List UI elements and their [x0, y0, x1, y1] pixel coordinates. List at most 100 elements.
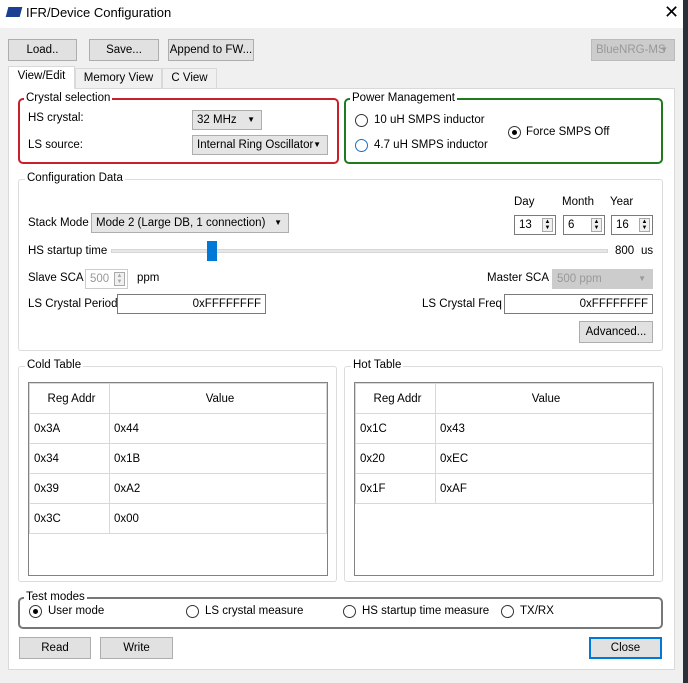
ls-crystal-measure-label: LS crystal measure: [205, 605, 304, 617]
force-smps-off-label: Force SMPS Off: [526, 126, 610, 138]
chevron-down-icon: ▼: [313, 140, 321, 149]
stack-mode-value: Mode 2 (Large DB, 1 connection): [96, 217, 266, 229]
month-value: 6: [568, 219, 575, 231]
device-select[interactable]: BlueNRG-MS ▼: [591, 39, 675, 61]
hs-crystal-select[interactable]: 32 MHz ▼: [192, 110, 262, 130]
test-modes-group: Test modes User mode LS crystal measure …: [18, 591, 663, 629]
chevron-down-icon: ▼: [660, 45, 668, 54]
day-label: Day: [514, 196, 535, 208]
tx-rx-label: TX/RX: [520, 605, 554, 617]
st-logo-icon: [5, 7, 23, 17]
table-row[interactable]: 0x1F 0xAF: [355, 473, 653, 504]
master-sca-label: Master SCA: [487, 272, 549, 284]
slave-sca-spinner: 500 ▲ ▼: [85, 269, 128, 289]
close-icon[interactable]: ✕: [664, 2, 679, 23]
tab-memory-view[interactable]: Memory View: [75, 68, 162, 89]
chevron-down-icon: ▼: [638, 274, 646, 283]
user-mode-label: User mode: [48, 605, 105, 617]
table-row[interactable]: 0x1C 0x43: [355, 413, 653, 444]
spin-arrows-icon[interactable]: ▲ ▼: [542, 218, 553, 232]
spin-arrows-icon[interactable]: ▲ ▼: [639, 218, 650, 232]
smps-4-7uh-label: 4.7 uH SMPS inductor: [374, 139, 488, 151]
hs-crystal-value: 32 MHz: [197, 114, 237, 126]
value-cell[interactable]: 0x43: [435, 413, 653, 444]
user-mode-radio[interactable]: [29, 605, 42, 618]
group-title: Configuration Data: [25, 172, 125, 184]
slave-sca-label: Slave SCA: [28, 272, 84, 284]
slave-sca-value: 500: [90, 273, 110, 285]
column-header[interactable]: Reg Addr: [355, 383, 436, 414]
ls-source-value: Internal Ring Oscillator: [197, 139, 314, 151]
force-smps-off-radio[interactable]: [508, 126, 521, 139]
hs-startup-slider-track[interactable]: [111, 249, 608, 253]
advanced-button[interactable]: Advanced...: [579, 321, 653, 343]
tab-c-view[interactable]: C View: [162, 68, 217, 89]
value-cell[interactable]: 0xEC: [435, 443, 653, 474]
spin-arrows-icon[interactable]: ▲ ▼: [591, 218, 602, 232]
year-value: 16: [616, 219, 629, 231]
value-cell[interactable]: 0x1B: [109, 443, 327, 474]
chevron-down-icon: ▼: [247, 115, 255, 124]
ls-crystal-freq-input[interactable]: 0xFFFFFFFF: [504, 294, 653, 314]
reg-addr-cell[interactable]: 0x20: [355, 443, 436, 474]
table-row[interactable]: 0x34 0x1B: [29, 443, 327, 474]
reg-addr-cell[interactable]: 0x39: [29, 473, 110, 504]
ls-source-label: LS source:: [28, 139, 83, 151]
cold-table-group: Cold Table Reg Addr Value 0x3A 0x44 0x34 0x1…: [18, 359, 337, 582]
group-title: Crystal selection: [24, 92, 113, 104]
table-row[interactable]: 0x3C 0x00: [29, 503, 327, 534]
reg-addr-cell[interactable]: 0x1F: [355, 473, 436, 504]
day-value: 13: [519, 219, 532, 231]
save-button[interactable]: Save...: [89, 39, 159, 61]
cold-table: Reg Addr Value 0x3A 0x44 0x34 0x1B 0x39 0xA2 0x…: [28, 382, 328, 576]
tx-rx-radio[interactable]: [501, 605, 514, 618]
table-row[interactable]: 0x3A 0x44: [29, 413, 327, 444]
ls-crystal-period-input[interactable]: 0xFFFFFFFF: [117, 294, 266, 314]
smps-10uh-radio[interactable]: [355, 114, 368, 127]
hot-table: Reg Addr Value 0x1C 0x43 0x20 0xEC 0x1F 0xAF: [354, 382, 654, 576]
read-button[interactable]: Read: [19, 637, 91, 659]
month-spinner[interactable]: 6 ▲ ▼: [563, 215, 605, 235]
value-cell[interactable]: 0x44: [109, 413, 327, 444]
column-header[interactable]: Value: [109, 383, 327, 414]
reg-addr-cell[interactable]: 0x3C: [29, 503, 110, 534]
stack-mode-label: Stack Mode: [28, 217, 89, 229]
hs-crystal-label: HS crystal:: [28, 112, 84, 124]
ls-crystal-freq-label: LS Crystal Freq: [422, 298, 502, 310]
reg-addr-cell[interactable]: 0x34: [29, 443, 110, 474]
group-title: Test modes: [24, 591, 87, 603]
ls-source-select[interactable]: Internal Ring Oscillator ▼: [192, 135, 328, 155]
hs-startup-measure-radio[interactable]: [343, 605, 356, 618]
hs-startup-value: 800: [615, 245, 635, 257]
value-cell[interactable]: 0xA2: [109, 473, 327, 504]
ls-crystal-measure-radio[interactable]: [186, 605, 199, 618]
day-spinner[interactable]: 13 ▲ ▼: [514, 215, 556, 235]
reg-addr-cell[interactable]: 0x3A: [29, 413, 110, 444]
stack-mode-select[interactable]: Mode 2 (Large DB, 1 connection) ▼: [91, 213, 289, 233]
table-row[interactable]: 0x39 0xA2: [29, 473, 327, 504]
group-title: Power Management: [350, 92, 457, 104]
smps-4-7uh-radio[interactable]: [355, 139, 368, 152]
hs-startup-label: HS startup time: [28, 245, 108, 257]
table-row[interactable]: 0x20 0xEC: [355, 443, 653, 474]
tab-view-edit[interactable]: View/Edit: [8, 66, 75, 89]
slave-sca-unit: ppm: [137, 272, 160, 284]
reg-addr-cell[interactable]: 0x1C: [355, 413, 436, 444]
value-cell[interactable]: 0xAF: [435, 473, 653, 504]
spin-arrows-icon: ▲ ▼: [114, 272, 125, 286]
column-header[interactable]: Value: [435, 383, 653, 414]
device-value: BlueNRG-MS: [596, 44, 666, 56]
column-header[interactable]: Reg Addr: [29, 383, 110, 414]
configuration-data-group: Configuration Data Stack Mode Mode 2 (La…: [18, 172, 663, 351]
write-button[interactable]: Write: [100, 637, 173, 659]
load-button[interactable]: Load..: [8, 39, 77, 61]
append-to-fw-button[interactable]: Append to FW...: [168, 39, 254, 61]
year-spinner[interactable]: 16 ▲ ▼: [611, 215, 653, 235]
hs-startup-slider-thumb[interactable]: [207, 241, 217, 261]
crystal-selection-group: Crystal selection HS crystal: 32 MHz ▼ LS…: [18, 92, 339, 164]
value-cell[interactable]: 0x00: [109, 503, 327, 534]
window-title: IFR/Device Configuration: [26, 5, 172, 20]
dialog-window: IFR/Device Configuration ✕ Load.. Save..…: [0, 0, 683, 683]
close-button[interactable]: Close: [589, 637, 662, 659]
year-label: Year: [610, 196, 634, 208]
